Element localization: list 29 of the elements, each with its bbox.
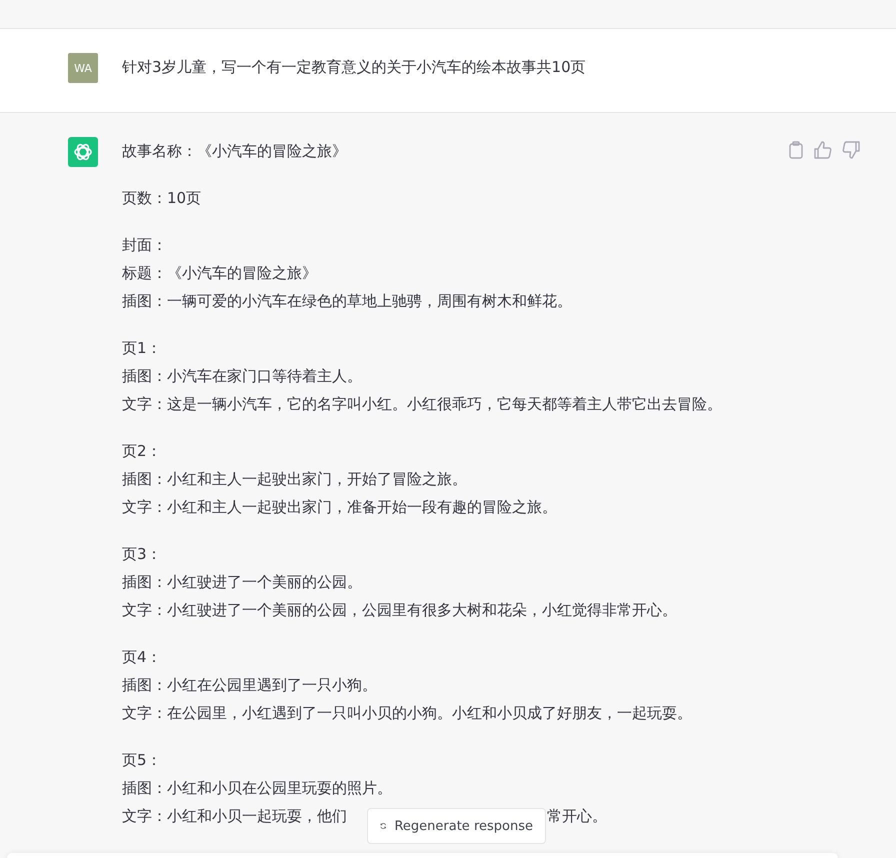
answer-line: 故事名称：《小汽车的冒险之旅》	[122, 141, 348, 162]
copy-icon[interactable]	[788, 141, 804, 159]
answer-line: 插图：小红在公园里遇到了一只小狗。	[122, 675, 378, 696]
answer-line: 页2：	[122, 441, 163, 462]
answer-line: 插图：小汽车在家门口等待着主人。	[122, 366, 363, 387]
answer-line: 文字：小红驶进了一个美丽的公园，公园里有很多大树和花朵，小红觉得非常开心。	[122, 600, 678, 621]
answer-line: 插图：小红驶进了一个美丽的公园。	[122, 572, 363, 593]
answer-line: 标题：《小汽车的冒险之旅》	[122, 263, 318, 284]
answer-line: 页4：	[122, 647, 163, 668]
answer-line: 插图：小红和小贝在公园里玩耍的照片。	[122, 778, 393, 799]
answer-line: 文字：小红和主人一起驶出家门，准备开始一段有趣的冒险之旅。	[122, 497, 558, 518]
regenerate-button[interactable]: Regenerate response	[367, 808, 546, 844]
thumbs-down-icon[interactable]	[842, 141, 860, 159]
assistant-logo-icon	[68, 137, 98, 167]
user-avatar: WA	[68, 53, 98, 83]
answer-line: 封面：	[122, 235, 168, 256]
answer-line: 常开心。	[547, 806, 608, 827]
answer-line: 文字：在公园里，小红遇到了一只叫小贝的小狗。小红和小贝成了好朋友，一起玩耍。	[122, 703, 693, 724]
answer-line: 页数：10页	[122, 188, 202, 209]
answer-line: 插图：一辆可爱的小汽车在绿色的草地上驰骋，周围有树木和鲜花。	[122, 291, 573, 312]
user-message: 针对3岁儿童，写一个有一定教育意义的关于小汽车的绘本故事共10页	[122, 57, 586, 78]
thumbs-up-icon[interactable]	[814, 141, 832, 159]
answer-line: 文字：小红和小贝一起玩耍，他们	[122, 806, 348, 827]
answer-line: 页5：	[122, 750, 163, 771]
answer-line: 页3：	[122, 544, 163, 565]
refresh-icon	[380, 820, 386, 832]
answer-line: 插图：小红和主人一起驶出家门，开始了冒险之旅。	[122, 469, 468, 490]
answer-line: 页1：	[122, 338, 163, 359]
answer-line: 文字：这是一辆小汽车，它的名字叫小红。小红很乖巧，它每天都等着主人带它出去冒险。	[122, 394, 722, 415]
